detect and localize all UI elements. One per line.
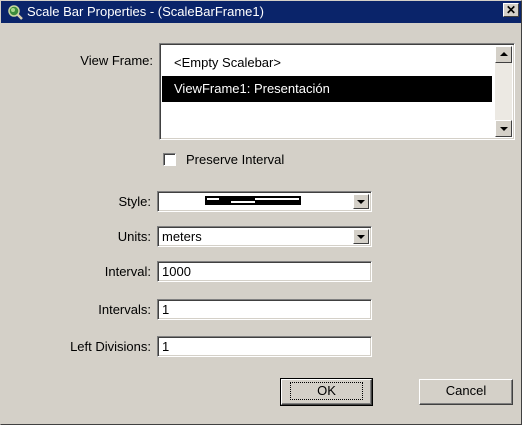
left-divisions-input[interactable]: 1 bbox=[157, 336, 372, 357]
style-dropdown[interactable] bbox=[157, 191, 372, 212]
style-dropdown-button[interactable] bbox=[353, 194, 369, 209]
scalebar-style-preview bbox=[205, 196, 301, 205]
list-item-empty-scalebar[interactable]: <Empty Scalebar> bbox=[162, 50, 492, 76]
chevron-down-icon bbox=[357, 235, 365, 239]
scroll-down-button[interactable] bbox=[495, 120, 512, 137]
view-frame-label: View Frame: bbox=[80, 53, 153, 68]
magnifier-globe-icon bbox=[8, 5, 23, 20]
units-value: meters bbox=[162, 229, 202, 244]
interval-input[interactable]: 1000 bbox=[157, 261, 372, 282]
units-dropdown-button[interactable] bbox=[353, 229, 369, 244]
units-label: Units: bbox=[117, 229, 151, 244]
chevron-down-icon bbox=[357, 200, 365, 204]
preserve-interval-checkbox[interactable] bbox=[163, 153, 176, 166]
view-frame-listbox[interactable]: <Empty Scalebar> ViewFrame1: Presentació… bbox=[159, 43, 515, 140]
close-icon: ✕ bbox=[505, 3, 517, 17]
ok-button[interactable]: OK bbox=[280, 378, 373, 406]
units-dropdown[interactable]: meters bbox=[157, 226, 372, 247]
left-divisions-label: Left Divisions: bbox=[70, 339, 151, 354]
cancel-button-label: Cancel bbox=[445, 383, 487, 398]
interval-label: Interval: bbox=[104, 264, 151, 279]
listbox-scrollbar[interactable] bbox=[495, 46, 512, 137]
arrow-up-icon bbox=[500, 52, 508, 56]
preserve-interval-label[interactable]: Preserve Interval bbox=[186, 152, 284, 168]
window-title: Scale Bar Properties - (ScaleBarFrame1) bbox=[27, 4, 264, 19]
title-bar[interactable]: Scale Bar Properties - (ScaleBarFrame1) … bbox=[1, 1, 521, 23]
scroll-up-button[interactable] bbox=[495, 46, 512, 63]
scale-bar-properties-dialog: Scale Bar Properties - (ScaleBarFrame1) … bbox=[0, 0, 522, 425]
list-item-viewframe1[interactable]: ViewFrame1: Presentación bbox=[162, 76, 492, 102]
intervals-value: 1 bbox=[162, 302, 170, 317]
close-button[interactable]: ✕ bbox=[503, 3, 519, 17]
intervals-input[interactable]: 1 bbox=[157, 299, 372, 320]
intervals-label: Intervals: bbox=[98, 302, 151, 317]
left-divisions-value: 1 bbox=[162, 339, 170, 354]
cancel-button[interactable]: Cancel bbox=[419, 379, 513, 405]
ok-button-label: OK bbox=[290, 382, 363, 400]
arrow-down-icon bbox=[500, 127, 508, 131]
style-label: Style: bbox=[118, 194, 151, 209]
interval-value: 1000 bbox=[162, 264, 191, 279]
